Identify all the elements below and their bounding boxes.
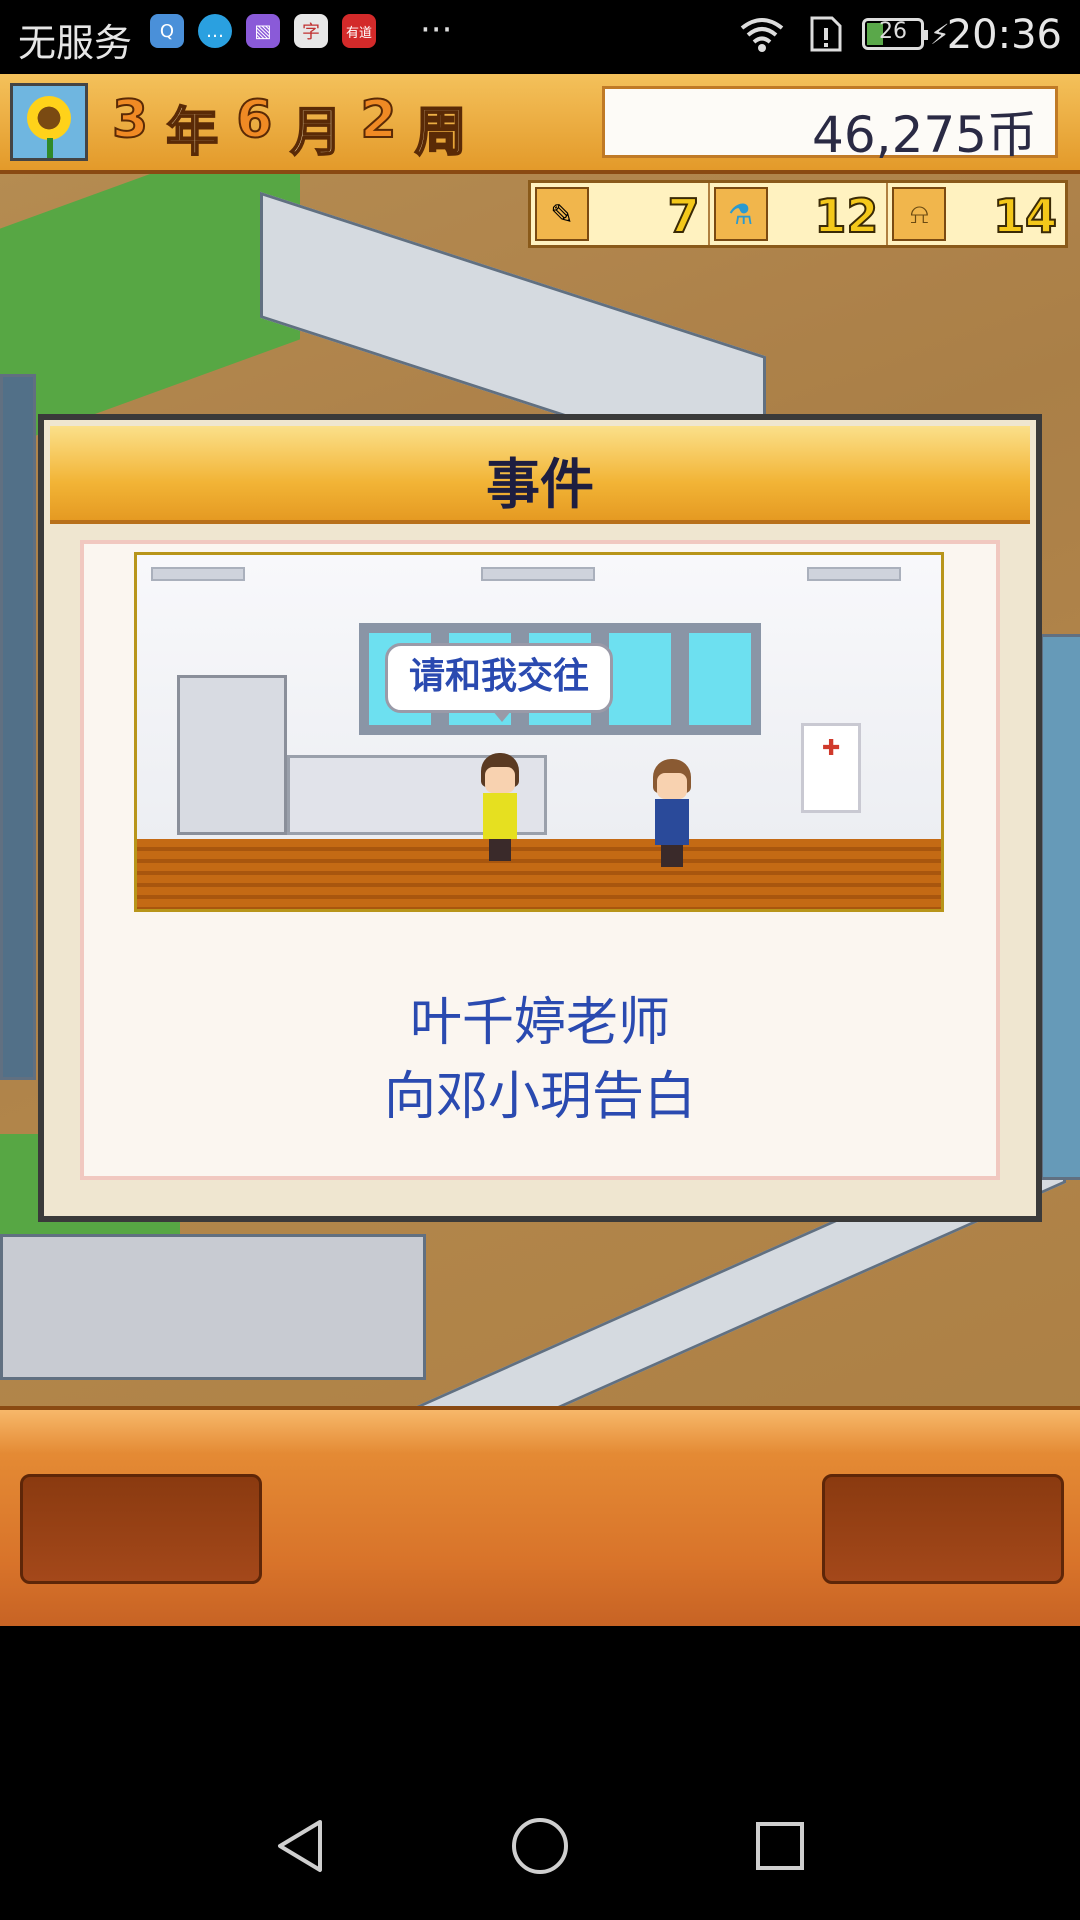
stat-value: 14 [992, 188, 1058, 244]
stat-value: 7 [667, 188, 701, 244]
bottom-menu-bar [0, 1406, 1080, 1630]
ceiling-light [151, 567, 245, 581]
wood-floor [137, 839, 941, 909]
research-stats: ✎ 7 ⚗ 12 ⍾ 14 [528, 180, 1068, 248]
dialog-title: 事件 [486, 453, 594, 516]
event-message-line1: 叶千婷老师 [409, 993, 670, 1053]
week-value: 2 [359, 89, 399, 151]
more-notifications-icon: ··· [420, 10, 453, 50]
notification-icons: Q … ▧ 字 有道 [150, 14, 376, 48]
first-aid-cabinet: ✚ [801, 723, 861, 813]
speech-bubble: 请和我交往 [385, 643, 613, 722]
right-menu-button[interactable] [822, 1474, 1064, 1584]
year-unit: 年 [165, 102, 221, 164]
speech-text: 请和我交往 [408, 656, 589, 697]
teacher-character [477, 753, 523, 863]
month-value: 6 [235, 89, 275, 151]
stat-value: 12 [813, 188, 879, 244]
battery-icon: 26 [862, 18, 928, 50]
event-message-line2: 向邓小玥告白 [383, 1067, 696, 1127]
ceiling-light [807, 567, 901, 581]
back-icon[interactable] [272, 1816, 328, 1876]
carrier-label: 无服务 [18, 21, 133, 65]
stat-pencil: ✎ 7 [531, 183, 710, 245]
sunflower-icon [10, 83, 88, 161]
qq-icon: Q [150, 14, 184, 48]
pencil-icon: ✎ [535, 187, 589, 241]
wifi-icon [740, 18, 784, 52]
money-display: 46,275币 [602, 86, 1058, 164]
week-unit: 周 [414, 102, 469, 164]
game-date: 3 年 6 月 2 周 [111, 89, 469, 165]
bell-icon: ⍾ [892, 187, 947, 241]
year-value: 3 [111, 89, 151, 151]
status-bar: 无服务 Q … ▧ 字 有道 ··· 26 ⚡ 20:36 [0, 0, 1080, 74]
home-icon[interactable] [508, 1816, 572, 1876]
stat-bell: ⍾ 14 [888, 183, 1065, 245]
recents-icon[interactable] [752, 1816, 808, 1876]
flask-icon: ⚗ [713, 187, 768, 241]
dialog-header: 事件 [50, 426, 1030, 524]
sim-alert-icon [810, 16, 842, 52]
ceiling-light [481, 567, 595, 581]
youdao-icon: 有道 [342, 14, 376, 48]
lockers [177, 675, 287, 835]
dictionary-icon: 字 [294, 14, 328, 48]
left-menu-button[interactable] [20, 1474, 262, 1584]
battery-level: 26 [879, 19, 907, 44]
student-character [649, 759, 695, 869]
money-value: 46,275币 [812, 106, 1037, 164]
message-icon: … [198, 14, 232, 48]
month-unit: 月 [289, 102, 345, 164]
gallery-icon: ▧ [246, 14, 280, 48]
event-illustration: ✚ 请和我交往 [134, 552, 944, 912]
stat-flask: ⚗ 12 [710, 183, 889, 245]
clock: 20:36 [946, 12, 1062, 58]
